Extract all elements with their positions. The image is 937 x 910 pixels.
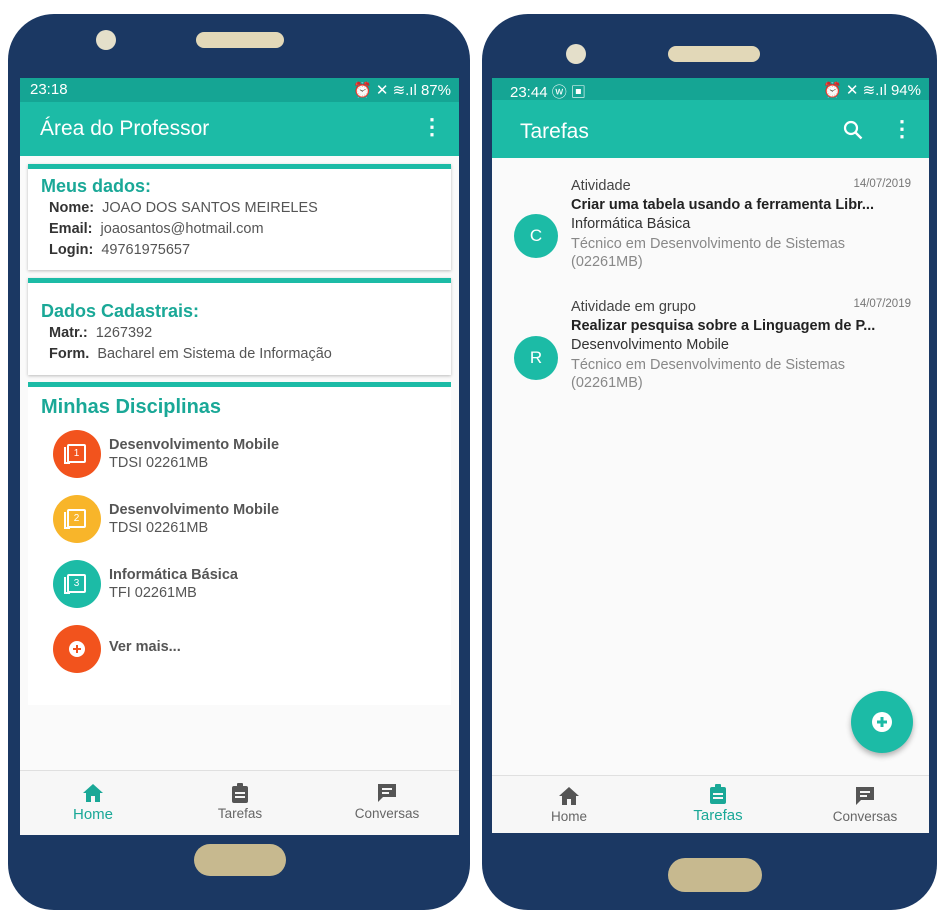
- disciplinas-heading: Minhas Disciplinas: [41, 396, 222, 418]
- info-label: Nome:: [49, 200, 95, 216]
- more-vert-icon[interactable]: ⋮: [891, 116, 913, 142]
- task-subject: Informática Básica: [571, 216, 691, 232]
- info-row-nome: Nome: JOAO DOS SANTOS MEIRELES: [49, 200, 318, 216]
- nav-label: Conversas: [354, 806, 420, 821]
- task-code: (02261MB): [571, 375, 643, 391]
- disciplinas-card: Minhas Disciplinas 1 Desenvolvimento Mob…: [28, 382, 451, 705]
- earpiece-speaker: [196, 32, 284, 48]
- nav-label: Conversas: [832, 809, 898, 824]
- right-phone-frame: 23:44 ⓦ ▣ ⏰ ✕ ≋.ıl 94% Tarefas ⋮ C 14/07…: [482, 14, 937, 910]
- info-row-email: Email: joaosantos@hotmail.com: [49, 221, 264, 237]
- task-date: 14/07/2019: [853, 298, 911, 310]
- status-time: 23:18: [30, 81, 68, 98]
- disciplina-title: Informática Básica: [109, 567, 238, 583]
- meus-dados-card: Meus dados: Nome: JOAO DOS SANTOS MEIREL…: [28, 164, 451, 270]
- disciplina-code: TDSI 02261MB: [109, 455, 209, 471]
- course-2-icon: 2: [53, 495, 101, 543]
- status-icons: ⏰ ✕ ≋.ıl 87%: [352, 82, 451, 99]
- task-type: Atividade em grupo: [571, 299, 696, 315]
- page-title: Área do Professor: [40, 117, 210, 140]
- info-value: 1267392: [95, 325, 153, 341]
- search-icon[interactable]: [843, 120, 863, 140]
- nav-label: Tarefas: [693, 807, 743, 824]
- front-camera: [96, 30, 116, 50]
- info-value: 49761975657: [101, 242, 191, 258]
- status-icons: ⏰ ✕ ≋.ıl 94%: [822, 82, 921, 99]
- task-title: Realizar pesquisa sobre a Linguagem de P…: [571, 318, 876, 334]
- task-avatar: C: [514, 214, 558, 258]
- disciplina-code: TDSI 02261MB: [109, 520, 209, 536]
- info-label: Form.: [49, 346, 90, 362]
- task-course: Técnico em Desenvolvimento de Sistemas: [571, 236, 846, 252]
- home-button[interactable]: [668, 858, 762, 892]
- nav-conversas[interactable]: Conversas: [810, 786, 920, 824]
- left-screen: 23:18 ⏰ ✕ ≋.ıl 87% Área do Professor ⋮ M…: [20, 78, 459, 835]
- nav-home[interactable]: Home: [514, 786, 624, 824]
- info-label: Matr.:: [49, 325, 88, 341]
- page-title: Tarefas: [520, 120, 589, 143]
- info-value: joaosantos@hotmail.com: [100, 221, 264, 237]
- left-phone-frame: 23:18 ⏰ ✕ ≋.ıl 87% Área do Professor ⋮ M…: [8, 14, 470, 910]
- front-camera: [566, 44, 586, 64]
- clipboard-icon: [710, 784, 726, 804]
- meus-dados-heading: Meus dados:: [41, 176, 152, 196]
- task-date: 14/07/2019: [853, 178, 911, 190]
- status-time: 23:44 ⓦ ▣: [510, 84, 586, 101]
- info-row-formacao: Form. Bacharel em Sistema de Informação: [49, 346, 332, 362]
- home-icon: [559, 787, 579, 805]
- bottom-navigation: Home Tarefas Conversas: [20, 770, 459, 835]
- ver-mais-label: Ver mais...: [109, 639, 181, 655]
- chat-icon: [856, 787, 874, 805]
- chat-icon: [378, 784, 396, 802]
- dados-cadastrais-card: Dados Cadastrais: Matr.: 1267392 Form. B…: [28, 278, 451, 375]
- course-3-icon: 3: [53, 560, 101, 608]
- nav-label: Home: [72, 806, 113, 823]
- info-label: Email:: [49, 221, 93, 237]
- nav-label: Tarefas: [217, 806, 263, 821]
- home-button[interactable]: [194, 844, 286, 876]
- app-bar: Tarefas ⋮: [492, 100, 929, 158]
- add-circle-icon: [53, 625, 101, 673]
- status-bar: 23:44 ⓦ ▣ ⏰ ✕ ≋.ıl 94%: [492, 78, 929, 101]
- task-code: (02261MB): [571, 254, 643, 270]
- task-title: Criar uma tabela usando a ferramenta Lib…: [571, 197, 874, 213]
- info-label: Login:: [49, 242, 94, 258]
- info-row-login: Login: 49761975657: [49, 242, 190, 258]
- disciplina-title: Desenvolvimento Mobile: [109, 502, 280, 518]
- task-subject: Desenvolvimento Mobile: [571, 337, 729, 353]
- task-course: Técnico em Desenvolvimento de Sistemas: [571, 357, 846, 373]
- dados-cadastrais-heading: Dados Cadastrais:: [41, 301, 200, 321]
- task-type: Atividade: [571, 178, 631, 194]
- nav-label: Home: [550, 809, 587, 824]
- info-row-matricula: Matr.: 1267392: [49, 325, 152, 341]
- status-bar: 23:18 ⏰ ✕ ≋.ıl 87%: [20, 78, 459, 102]
- clipboard-icon: [232, 783, 248, 803]
- course-1-icon: 1: [53, 430, 101, 478]
- add-task-fab[interactable]: [851, 691, 913, 753]
- earpiece-speaker: [668, 46, 760, 62]
- home-icon: [83, 784, 103, 802]
- nav-tarefas[interactable]: Tarefas: [185, 783, 295, 821]
- bottom-navigation: Home Tarefas Conversas: [492, 775, 929, 833]
- info-value: Bacharel em Sistema de Informação: [97, 346, 332, 362]
- nav-conversas[interactable]: Conversas: [332, 783, 442, 821]
- add-icon: [872, 712, 892, 732]
- nav-tarefas[interactable]: Tarefas: [663, 784, 773, 824]
- disciplina-title: Desenvolvimento Mobile: [109, 437, 280, 453]
- nav-home[interactable]: Home: [38, 783, 148, 823]
- more-vert-icon[interactable]: ⋮: [421, 114, 443, 140]
- disciplina-code: TFI 02261MB: [109, 585, 197, 601]
- info-value: JOAO DOS SANTOS MEIRELES: [102, 200, 318, 216]
- right-screen: 23:44 ⓦ ▣ ⏰ ✕ ≋.ıl 94% Tarefas ⋮ C 14/07…: [492, 78, 929, 833]
- app-bar: Área do Professor ⋮: [20, 102, 459, 156]
- task-avatar: R: [514, 336, 558, 380]
